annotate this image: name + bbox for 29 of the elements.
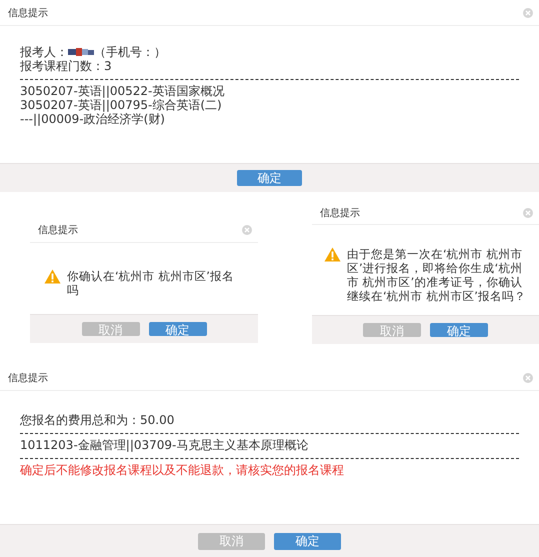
close-icon[interactable]: [523, 8, 533, 18]
confirm-message: 你确认在‘杭州市 杭州市区’报名吗: [67, 269, 235, 297]
confirm-button[interactable]: 确定: [274, 532, 341, 550]
dialog-title: 信息提示: [8, 6, 48, 20]
cancel-button[interactable]: 取消: [82, 322, 140, 336]
warning-icon: [324, 247, 341, 262]
dialog-title: 信息提示: [38, 224, 78, 236]
applicant-label: 报考人：: [20, 45, 68, 59]
phone-label: （手机号：）: [94, 45, 166, 59]
cancel-button[interactable]: 取消: [198, 532, 265, 550]
pixelated-name-drawing: [68, 47, 94, 57]
course-line: 1011203-金融管理||03709-马克思主义基本原理概论: [20, 438, 310, 452]
dialog-title: 信息提示: [320, 206, 360, 220]
close-icon[interactable]: [242, 224, 252, 234]
cancel-button[interactable]: 取消: [363, 323, 421, 337]
close-icon[interactable]: [523, 372, 533, 382]
confirm-message: 由于您是第一次在‘杭州市 杭州市区’进行报名，即将给你生成‘杭州市 杭州市区’的准考证号，你确认继续在‘杭州市 杭州市区’报名吗？: [347, 247, 527, 303]
warning-text: 确定后不能修改报名课程以及不能退款，请核实您的报名课程: [20, 463, 345, 477]
course-line: 3050207-英语||00795-综合英语(二): [20, 98, 223, 112]
dialog-title: 信息提示: [8, 372, 48, 384]
confirm-button[interactable]: 确定: [237, 170, 302, 186]
confirm-button[interactable]: 确定: [148, 322, 206, 336]
warning-icon: [44, 269, 61, 284]
course-count: 报考课程门数：3: [20, 59, 113, 73]
confirm-button[interactable]: 确定: [430, 323, 488, 337]
course-line: ---||00009-政治经济学(财): [20, 112, 166, 126]
course-line: 3050207-英语||00522-英语国家概况: [20, 84, 226, 98]
close-icon[interactable]: [523, 208, 533, 218]
fee-total: 您报名的费用总和为：50.00: [20, 413, 176, 427]
